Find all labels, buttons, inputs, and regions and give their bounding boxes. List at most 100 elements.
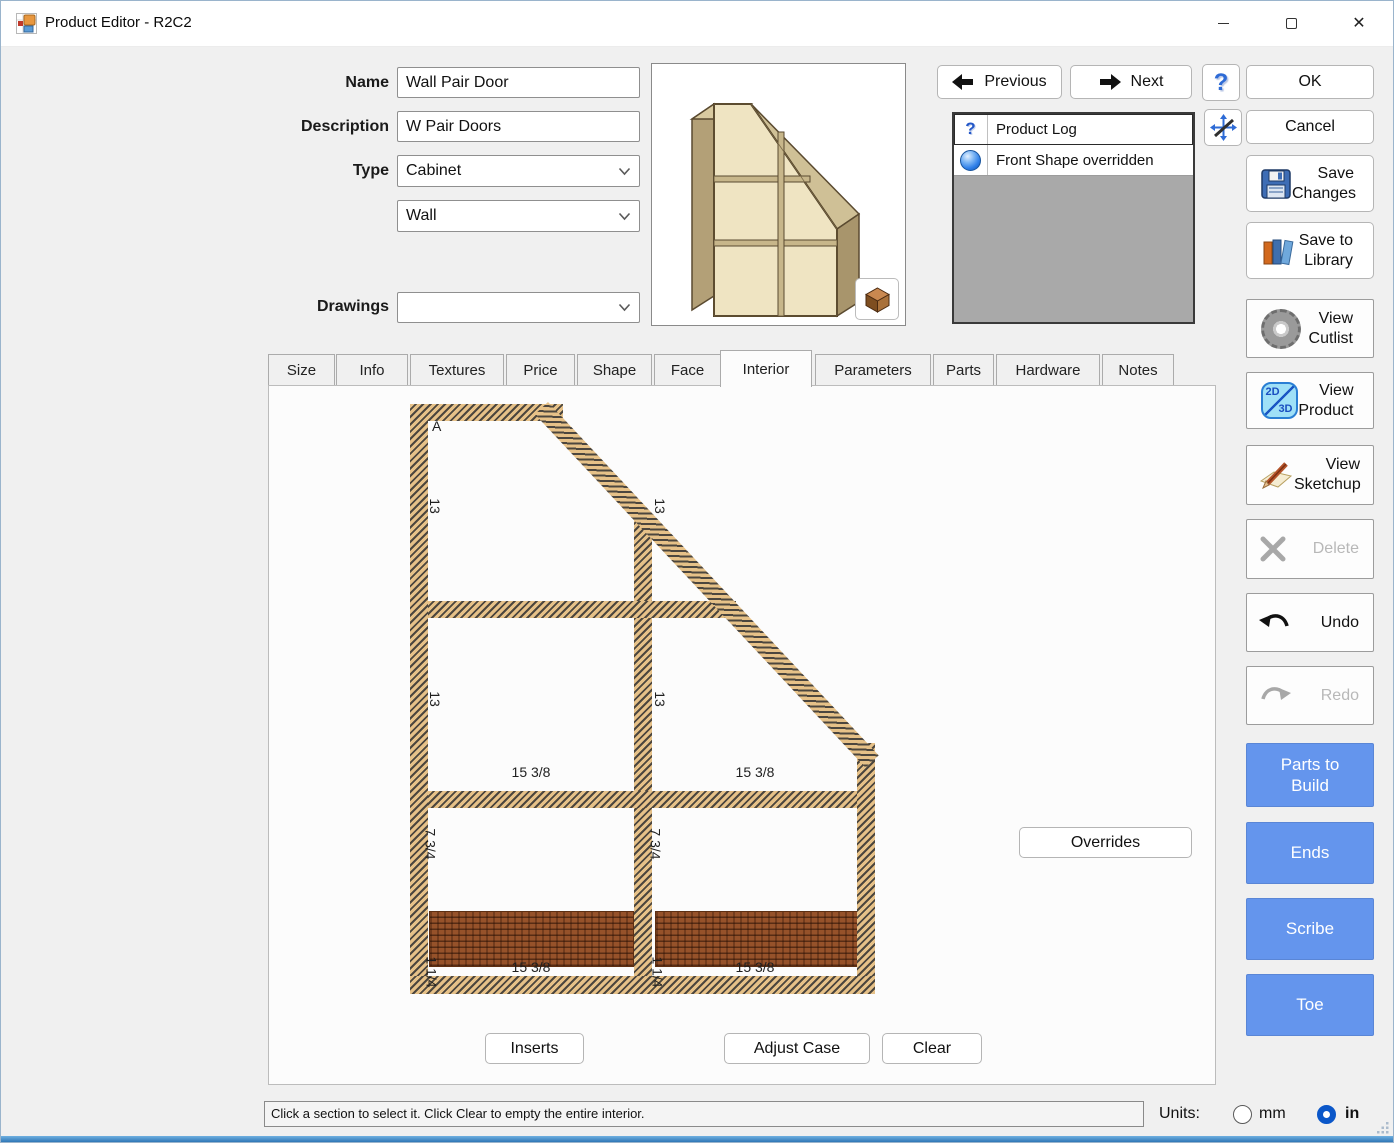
type-select[interactable]: Cabinet <box>397 155 640 187</box>
question-icon: ? <box>954 114 988 144</box>
close-button[interactable]: ✕ <box>1330 1 1388 46</box>
tab-shape[interactable]: Shape <box>577 354 652 386</box>
maximize-icon <box>1286 18 1297 29</box>
adjust-case-label: Adjust Case <box>754 1040 840 1058</box>
dim-bottom-left: 15 3/8 <box>481 959 581 975</box>
toe-button[interactable]: Toe <box>1246 974 1374 1036</box>
interior-tab-panel: A 13 13 13 13 15 3/8 15 3/8 7 3/4 7 3/4 … <box>268 385 1216 1085</box>
ok-button[interactable]: OK <box>1246 65 1374 99</box>
tab-size[interactable]: Size <box>268 354 335 386</box>
tab-parts-label: Parts <box>946 362 981 379</box>
left-side-panel <box>410 404 428 994</box>
tab-textures[interactable]: Textures <box>410 354 504 386</box>
type-value: Cabinet <box>406 162 618 180</box>
slanted-top-panel <box>535 402 879 768</box>
drawings-select[interactable] <box>397 292 640 323</box>
arrow-right-icon <box>1099 74 1121 90</box>
delete-x-icon <box>1259 535 1287 563</box>
scribe-button[interactable]: Scribe <box>1246 898 1374 960</box>
tab-shape-label: Shape <box>593 362 636 379</box>
save-to-library-button[interactable]: Save to Library <box>1246 222 1374 279</box>
right-side-panel <box>857 743 875 994</box>
save-changes-button[interactable]: Save Changes <box>1246 155 1374 212</box>
chevron-down-icon <box>618 167 631 176</box>
2d-label: 2D <box>1266 386 1280 398</box>
section-a-label: A <box>432 418 441 434</box>
tab-face[interactable]: Face <box>654 354 721 386</box>
tab-notes[interactable]: Notes <box>1102 354 1174 386</box>
description-input[interactable] <box>397 111 640 142</box>
cube-icon <box>864 286 891 313</box>
texture-cube-button[interactable] <box>855 278 899 320</box>
previous-label: Previous <box>984 73 1046 91</box>
view-product-button[interactable]: 2D 3D View Product <box>1246 372 1374 429</box>
cancel-button[interactable]: Cancel <box>1246 110 1374 144</box>
redo-button[interactable]: Redo <box>1246 666 1374 725</box>
overrides-button[interactable]: Overrides <box>1019 827 1192 858</box>
product-log-entry[interactable]: Front Shape overridden <box>954 145 1193 176</box>
resize-grip-icon[interactable] <box>1377 1122 1389 1134</box>
tab-notes-label: Notes <box>1118 362 1157 379</box>
dim-shelf-left: 15 3/8 <box>481 764 581 780</box>
tab-interior[interactable]: Interior <box>720 350 812 387</box>
tab-face-label: Face <box>671 362 704 379</box>
dim-thickness-right: 1 1/4 <box>650 956 666 987</box>
inserts-button[interactable]: Inserts <box>485 1033 584 1064</box>
dim-lower-left: 7 3/4 <box>423 828 439 859</box>
units-label: Units: <box>1159 1105 1200 1123</box>
previous-button[interactable]: Previous <box>937 65 1062 99</box>
tab-info[interactable]: Info <box>336 354 408 386</box>
view-product-label: View Product <box>1298 381 1368 421</box>
save-changes-label: Save Changes <box>1292 164 1368 204</box>
subtype-select[interactable]: Wall <box>397 200 640 232</box>
ends-label: Ends <box>1291 842 1330 863</box>
help-button[interactable]: ? <box>1202 64 1240 101</box>
ends-button[interactable]: Ends <box>1246 822 1374 884</box>
redo-arrow-icon <box>1259 685 1291 707</box>
tab-price[interactable]: Price <box>506 354 575 386</box>
toe-label: Toe <box>1296 994 1323 1015</box>
clear-button[interactable]: Clear <box>882 1033 982 1064</box>
saw-blade-icon <box>1261 309 1301 349</box>
description-label: Description <box>271 118 389 136</box>
2d-3d-icon: 2D 3D <box>1261 382 1298 419</box>
delete-button[interactable]: Delete <box>1246 519 1374 579</box>
measure-tool-button[interactable] <box>1204 109 1242 146</box>
tab-parts[interactable]: Parts <box>933 354 994 386</box>
redo-label: Redo <box>1291 686 1373 706</box>
close-icon: ✕ <box>1352 16 1365 32</box>
tab-interior-label: Interior <box>743 361 790 378</box>
view-sketchup-button[interactable]: View Sketchup <box>1246 445 1374 505</box>
ok-label: OK <box>1298 73 1321 91</box>
library-books-icon <box>1261 235 1295 267</box>
units-mm-label: mm <box>1259 1105 1286 1123</box>
adjust-case-button[interactable]: Adjust Case <box>724 1033 870 1064</box>
floppy-disk-icon <box>1260 168 1292 200</box>
product-log-header[interactable]: ? Product Log <box>954 114 1193 145</box>
units-in-radio[interactable] <box>1317 1105 1336 1124</box>
units-mm-radio[interactable] <box>1233 1105 1252 1124</box>
sphere-icon <box>954 145 988 175</box>
tab-parameters[interactable]: Parameters <box>815 354 931 386</box>
bottom-panel <box>410 976 875 994</box>
maximize-button[interactable] <box>1262 1 1320 46</box>
parts-to-build-button[interactable]: Parts to Build <box>1246 743 1374 807</box>
window-bottom-edge <box>1 1136 1393 1142</box>
dim-mid-left: 13 <box>427 691 443 707</box>
scribe-label: Scribe <box>1286 918 1334 939</box>
tab-size-label: Size <box>287 362 316 379</box>
save-to-library-label: Save to Library <box>1295 231 1367 271</box>
view-cutlist-label: View Cutlist <box>1301 309 1367 349</box>
dim-top-right: 13 <box>652 498 668 514</box>
minimize-icon <box>1218 23 1229 25</box>
view-cutlist-button[interactable]: View Cutlist <box>1246 299 1374 358</box>
name-input[interactable] <box>397 67 640 98</box>
dim-bottom-right: 15 3/8 <box>705 959 805 975</box>
measure-tool-icon <box>1210 114 1237 141</box>
next-button[interactable]: Next <box>1070 65 1192 99</box>
tab-hardware[interactable]: Hardware <box>996 354 1100 386</box>
undo-button[interactable]: Undo <box>1246 593 1374 652</box>
interior-diagram[interactable]: A 13 13 13 13 15 3/8 15 3/8 7 3/4 7 3/4 … <box>269 386 1215 1084</box>
minimize-button[interactable] <box>1194 1 1252 46</box>
app-icon <box>16 13 37 34</box>
